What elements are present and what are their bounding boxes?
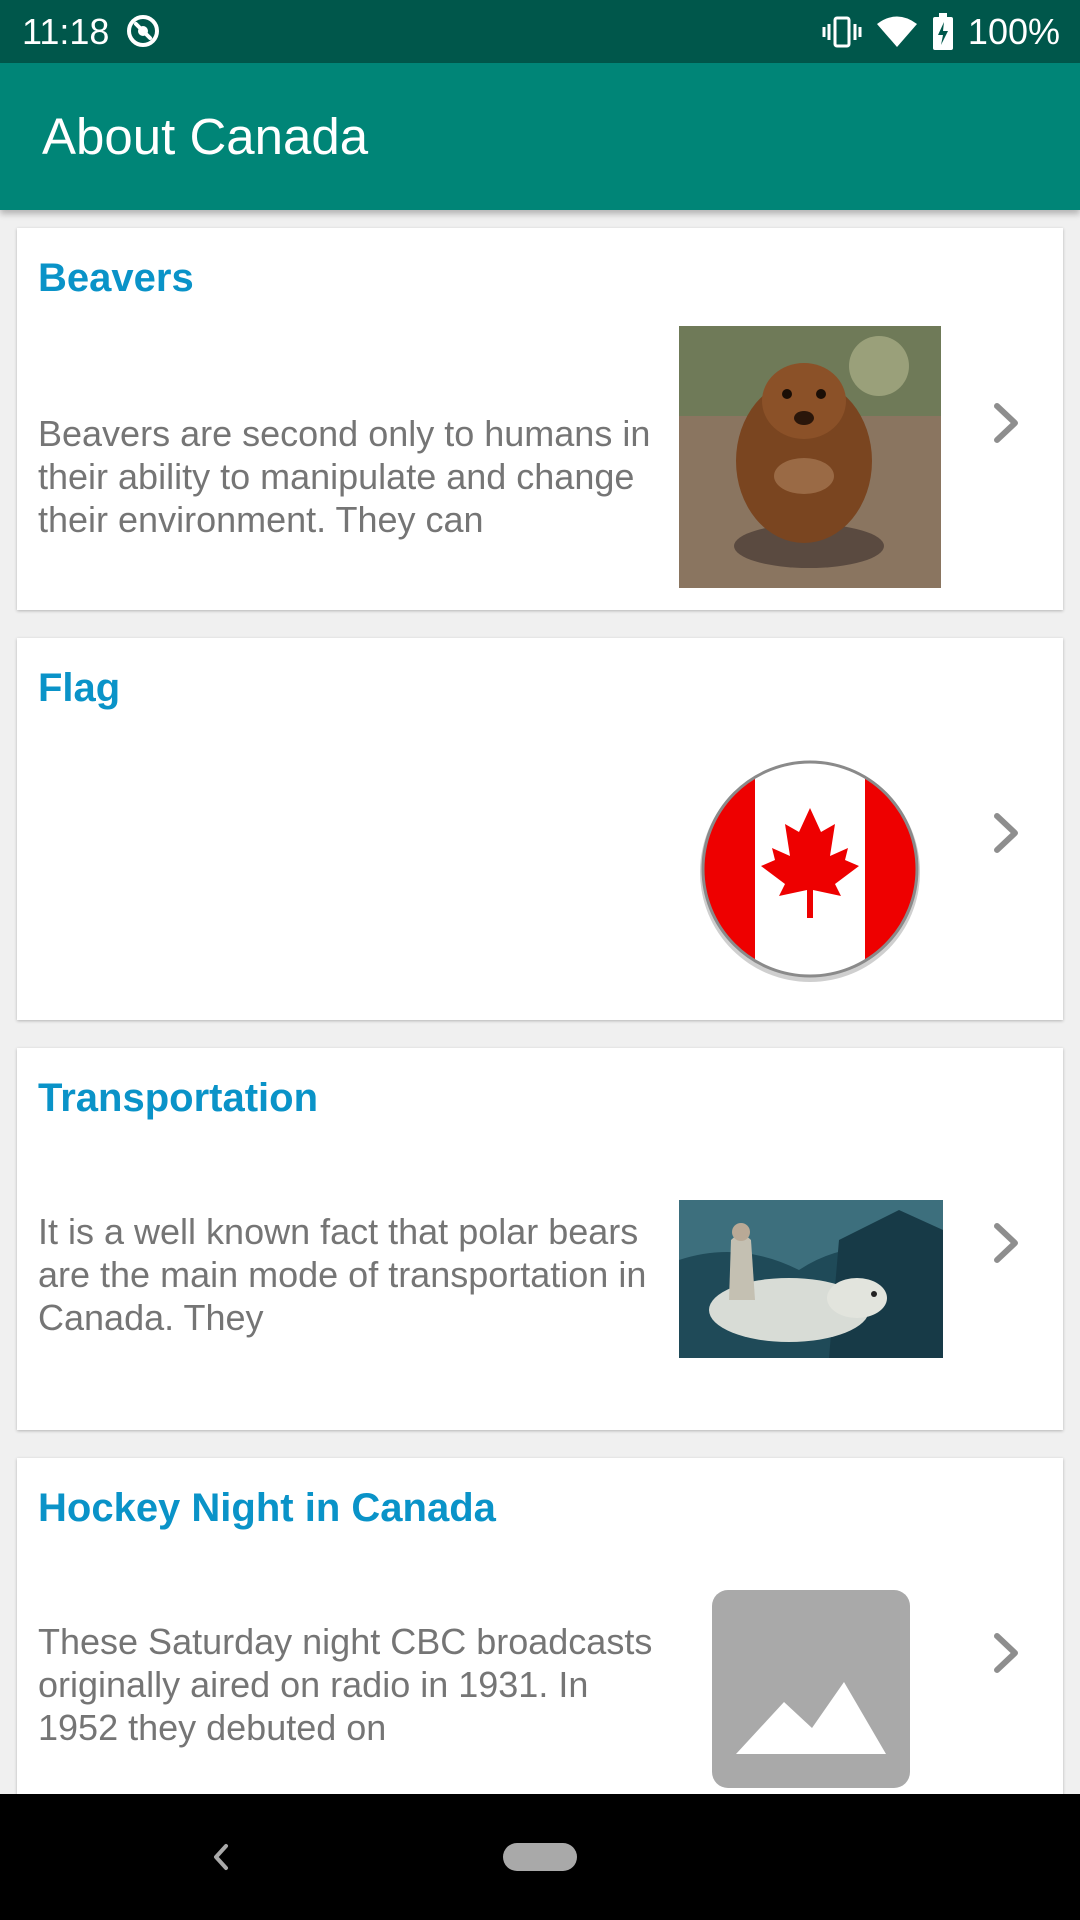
- status-time: 11:18: [22, 11, 110, 52]
- app-bar: About Canada: [0, 63, 1080, 210]
- card-description: It is a well known fact that polar bears…: [38, 1211, 647, 1338]
- chevron-right-icon[interactable]: [987, 398, 1027, 448]
- status-icons: 100%: [822, 10, 1060, 54]
- card-title: Beavers: [38, 256, 194, 300]
- back-icon[interactable]: [206, 1834, 236, 1880]
- card-title: Flag: [38, 666, 121, 710]
- assistant-icon: [127, 15, 159, 47]
- wifi-icon: [876, 16, 917, 47]
- card-beavers[interactable]: Beavers Beavers are second only to human…: [17, 228, 1063, 610]
- card-title: Transportation: [38, 1076, 319, 1120]
- chevron-right-icon[interactable]: [987, 1628, 1027, 1678]
- card-description: These Saturday night CBC broadcasts orig…: [38, 1621, 653, 1748]
- chevron-right-icon[interactable]: [987, 1218, 1027, 1268]
- polar-bear-rider-photo: [679, 1200, 943, 1358]
- battery-percentage: 100%: [967, 11, 1060, 52]
- card-title: Hockey Night in Canada: [38, 1486, 496, 1530]
- status-bar: 11:18 100%: [0, 0, 1080, 63]
- page-title: About Canada: [42, 108, 369, 165]
- image-placeholder-icon: [712, 1590, 910, 1788]
- battery-charging-icon: [932, 13, 953, 50]
- card-transportation[interactable]: Transportation It is a well known fact t…: [17, 1048, 1063, 1430]
- home-handle[interactable]: [503, 1843, 577, 1871]
- canada-flag-icon: [700, 760, 920, 982]
- topic-list[interactable]: Beavers Beavers are second only to human…: [0, 210, 1080, 1794]
- card-flag[interactable]: Flag: [17, 638, 1063, 1020]
- vibrate-icon: [822, 16, 862, 48]
- card-hockey-night[interactable]: Hockey Night in Canada These Saturday ni…: [17, 1458, 1063, 1794]
- beaver-photo: [679, 326, 941, 588]
- card-description: Beavers are second only to humans in the…: [38, 413, 651, 540]
- chevron-right-icon[interactable]: [987, 808, 1027, 858]
